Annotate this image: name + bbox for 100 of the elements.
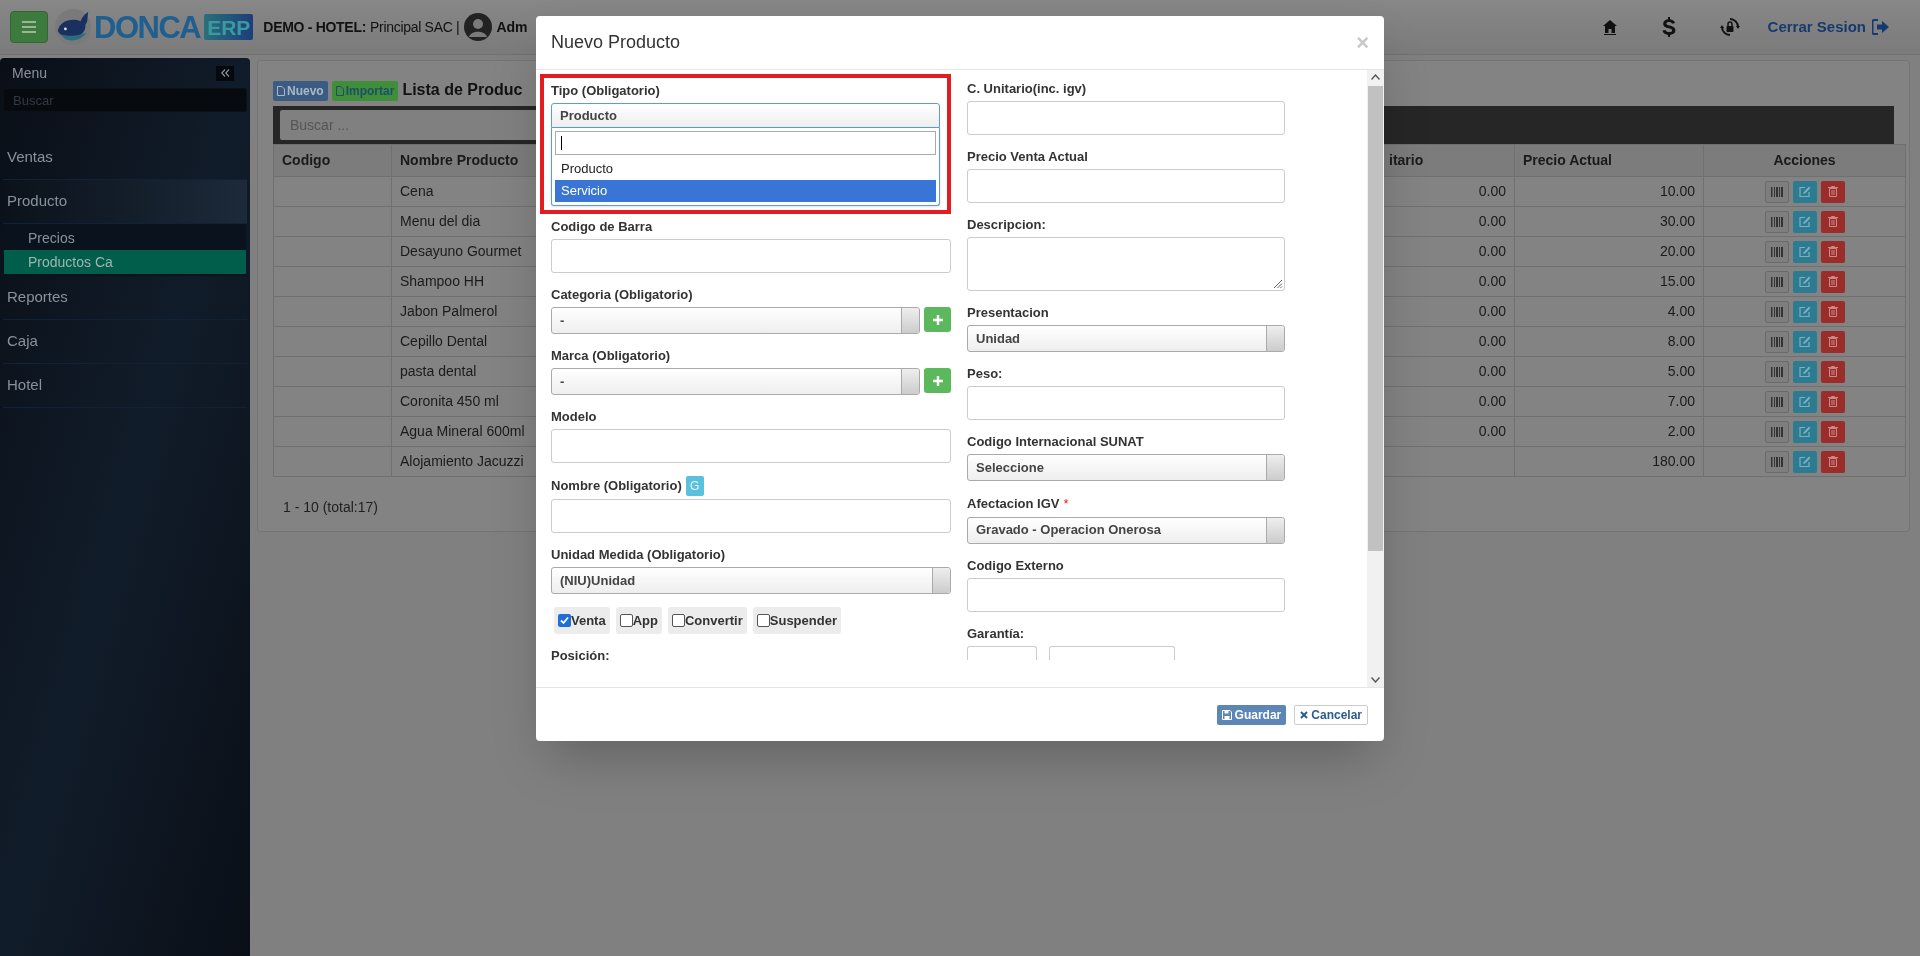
column-header[interactable]: Codigo (282, 152, 331, 168)
checkbox[interactable]: Suspender (752, 607, 841, 634)
select-field[interactable]: - (551, 307, 920, 334)
menu-button[interactable] (10, 11, 48, 43)
field-label: Peso: (967, 365, 1003, 383)
input-field[interactable] (967, 645, 1037, 660)
file-icon (277, 86, 285, 96)
barcode-button[interactable] (1764, 450, 1789, 473)
input-field[interactable] (551, 239, 951, 273)
edit-icon (1798, 426, 1811, 437)
lock-refresh-icon[interactable] (1719, 17, 1740, 37)
delete-button[interactable] (1820, 450, 1845, 473)
input-field[interactable] (551, 499, 951, 533)
submenu-item[interactable]: Productos Ca (4, 250, 246, 274)
input-field[interactable] (967, 169, 1285, 203)
table-cell: Coronita 450 ml (400, 393, 499, 409)
table-cell: 0.00 (1478, 423, 1506, 439)
trash-icon (1827, 186, 1838, 197)
input-field[interactable] (967, 386, 1285, 420)
edit-icon (1798, 216, 1811, 227)
barcode-button[interactable] (1764, 420, 1789, 443)
barcode-icon (1770, 366, 1783, 377)
barcode-button[interactable] (1764, 360, 1789, 383)
trash-icon (1827, 276, 1838, 287)
menu-item[interactable]: Reportes (3, 276, 247, 320)
edit-button[interactable] (1792, 240, 1817, 263)
home-icon[interactable] (1601, 19, 1618, 35)
edit-button[interactable] (1792, 360, 1817, 383)
field-label: Garantía: (967, 624, 1025, 643)
pagination-info: 1 - 10 (total:17) (283, 498, 378, 517)
edit-button[interactable] (1792, 300, 1817, 323)
barcode-button[interactable] (1764, 270, 1789, 293)
barcode-button[interactable] (1764, 300, 1789, 323)
column-header[interactable]: Acciones (1773, 152, 1836, 168)
collapse-button[interactable] (216, 65, 234, 81)
barcode-button[interactable] (1764, 240, 1789, 263)
menu-item[interactable]: Caja (3, 320, 247, 364)
table-cell: 20.00 (1659, 243, 1695, 259)
menu-item[interactable]: Producto (3, 180, 247, 224)
delete-button[interactable] (1820, 270, 1845, 293)
select-field[interactable]: Unidad (967, 325, 1285, 352)
add-button[interactable] (924, 307, 951, 332)
plus-icon (932, 314, 943, 325)
edit-button[interactable] (1792, 390, 1817, 413)
dropdown-option[interactable]: Producto (555, 158, 936, 180)
input-field[interactable] (1049, 645, 1175, 660)
company-label: DEMO - HOTEL: (263, 17, 366, 37)
table-cell: 0.00 (1478, 213, 1506, 229)
edit-button[interactable] (1792, 330, 1817, 353)
edit-button[interactable] (1792, 450, 1817, 473)
delete-button[interactable] (1820, 180, 1845, 203)
select-field[interactable]: Seleccione (967, 454, 1285, 481)
plus-icon (932, 375, 943, 386)
delete-button[interactable] (1820, 240, 1845, 263)
delete-button[interactable] (1820, 330, 1845, 353)
checkbox[interactable]: Venta (554, 607, 610, 634)
select-field[interactable]: (NIU)Unidad (551, 567, 951, 594)
company-name: Principal SAC | (370, 17, 460, 37)
edit-button[interactable] (1792, 270, 1817, 293)
menu-item[interactable]: Hotel (3, 364, 247, 408)
barcode-button[interactable] (1764, 180, 1789, 203)
save-button[interactable]: Guardar (1216, 704, 1287, 725)
delete-button[interactable] (1820, 360, 1845, 383)
text-area[interactable] (967, 237, 1285, 291)
column-header[interactable]: Nombre Producto (400, 152, 519, 168)
dropdown-search-field[interactable] (555, 131, 936, 155)
column-header[interactable]: itario (1389, 152, 1424, 168)
trash-icon (1827, 396, 1838, 407)
submenu-item[interactable]: Precios (4, 226, 246, 250)
field-label: Tipo (Obligatorio) (551, 82, 660, 100)
edit-button[interactable] (1792, 210, 1817, 233)
input-field[interactable] (967, 101, 1285, 135)
checkbox-empty-icon (756, 614, 770, 627)
scrollbar[interactable] (1367, 70, 1384, 687)
dropdown-option[interactable]: Servicio (555, 180, 936, 202)
select-field[interactable]: - (551, 368, 920, 395)
text-cursor-icon (561, 136, 563, 150)
table-cell: 0.00 (1478, 333, 1506, 349)
table-cell: 180.00 (1652, 453, 1695, 469)
new-button[interactable]: Nuevo (273, 81, 328, 101)
input-field[interactable] (551, 429, 951, 463)
field-label: C. Unitario(inc. igv) (967, 80, 1087, 98)
delete-button[interactable] (1820, 300, 1845, 323)
edit-button[interactable] (1792, 420, 1817, 443)
add-button[interactable] (924, 368, 951, 393)
barcode-button[interactable] (1764, 210, 1789, 233)
trash-icon (1827, 216, 1838, 227)
delete-button[interactable] (1820, 210, 1845, 233)
delete-button[interactable] (1820, 390, 1845, 413)
cancel-button[interactable]: Cancelar (1294, 704, 1368, 725)
edit-button[interactable] (1792, 180, 1817, 203)
checkbox[interactable]: Convertir (667, 607, 747, 634)
barcode-button[interactable] (1764, 330, 1789, 353)
checkbox[interactable]: App (615, 607, 662, 634)
select-field[interactable]: Gravado - Operacion Onerosa (967, 516, 1285, 544)
input-field[interactable] (967, 577, 1285, 612)
dollar-icon[interactable] (1661, 17, 1676, 37)
barcode-button[interactable] (1764, 390, 1789, 413)
select-field[interactable]: Producto (551, 103, 940, 128)
delete-button[interactable] (1820, 420, 1845, 443)
